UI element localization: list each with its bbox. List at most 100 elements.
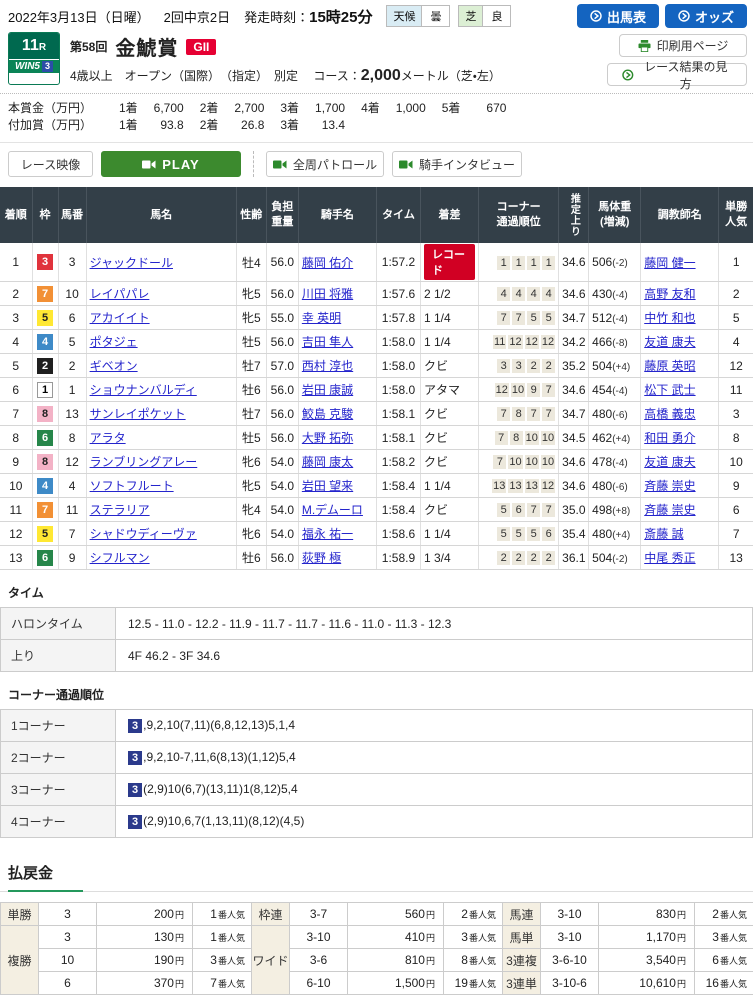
prize-added-label: 付加賞（万円）	[8, 117, 103, 134]
horse-name-link[interactable]: ポタジェ	[90, 335, 138, 349]
carried-weight: 56.0	[266, 282, 298, 306]
trainer-link[interactable]: 和田 勇介	[644, 431, 695, 445]
jockey-link[interactable]: 岩田 望来	[302, 479, 353, 493]
jockey-link[interactable]: 福永 祐一	[302, 527, 353, 541]
trainer-link[interactable]: 斉藤 崇史	[644, 479, 695, 493]
bet-type-label: 3連複	[503, 949, 541, 972]
finish-time: 1:58.1	[376, 402, 420, 426]
frame-cell: 8	[32, 450, 58, 474]
horse-name-link[interactable]: シフルマン	[90, 551, 150, 565]
horse-name-link[interactable]: サンレイポケット	[90, 407, 186, 421]
prize-place-label: 1着	[119, 100, 138, 117]
payout-favorite: 2番人気	[444, 903, 503, 926]
race-video-button[interactable]: レース映像	[8, 151, 93, 177]
jockey-link[interactable]: 幸 英明	[302, 311, 341, 325]
race-number-badge: 11R WIN5 3	[8, 32, 60, 85]
carried-weight: 56.0	[266, 546, 298, 570]
result-row: 356アカイイト牝555.0幸 英明1:57.81 1/4775534.7512…	[0, 306, 753, 330]
payout-amount: 3,540円	[599, 949, 695, 972]
grade-badge: GII	[186, 39, 216, 55]
finish-position: 3	[0, 306, 32, 330]
payout-favorite: 8番人気	[444, 949, 503, 972]
jockey-link[interactable]: 鮫島 克駿	[302, 407, 353, 421]
patrol-video-button[interactable]: 全周パトロール	[266, 151, 384, 177]
jockey-interview-button[interactable]: 騎手インタビュー	[392, 151, 522, 177]
race-number: 11	[22, 37, 39, 54]
corner-position: 2	[527, 359, 540, 373]
corner-position: 12	[541, 479, 555, 493]
trainer-link[interactable]: 藤原 英昭	[644, 359, 695, 373]
trainer-link[interactable]: 斉藤 崇史	[644, 503, 695, 517]
jockey-link[interactable]: M.デムーロ	[302, 503, 363, 517]
body-weight: 478(-4)	[589, 450, 641, 474]
trainer-link[interactable]: 中竹 和也	[644, 311, 695, 325]
weather-badge: 天候 曇	[386, 5, 450, 27]
corner-position: 2	[542, 551, 555, 565]
horse-name-link[interactable]: ランブリングアレー	[90, 455, 198, 469]
column-header: 馬体重(増減)	[589, 187, 641, 243]
corner-position: 2	[527, 551, 540, 565]
column-header: 枠	[32, 187, 58, 243]
horse-name-link[interactable]: ショウナンバルディ	[90, 383, 197, 397]
horse-name-link[interactable]: ステラリア	[90, 503, 150, 517]
payout-amount-unit: 円	[175, 933, 184, 943]
corner-position: 8	[512, 407, 525, 421]
horse-name-cell: レイパパレ	[86, 282, 236, 306]
turf-label: 芝	[459, 6, 482, 26]
entry-table-button[interactable]: 出馬表	[577, 4, 659, 28]
trainer-link[interactable]: 斎藤 誠	[644, 527, 683, 541]
trainer-cell: 松下 武士	[641, 378, 719, 402]
trainer-link[interactable]: 藤岡 健一	[644, 256, 695, 270]
payout-favorite-unit: 番人気	[218, 910, 245, 920]
time-row: 上り4F 46.2 - 3F 34.6	[1, 640, 753, 672]
payout-favorite: 2番人気	[695, 903, 753, 926]
odds-button[interactable]: オッズ	[665, 4, 747, 28]
trainer-cell: 中竹 和也	[641, 306, 719, 330]
trainer-link[interactable]: 松下 武士	[644, 383, 695, 397]
sex-age: 牡4	[236, 243, 266, 282]
trainer-link[interactable]: 高野 友和	[644, 287, 695, 301]
carried-weight: 56.0	[266, 402, 298, 426]
finish-time: 1:58.9	[376, 546, 420, 570]
payout-combination: 3-10-6	[541, 972, 599, 995]
print-page-button[interactable]: 印刷用ページ	[619, 34, 747, 57]
jockey-link[interactable]: 藤岡 佑介	[302, 256, 353, 270]
result-row: 868アラタ牡556.0大野 拓弥1:58.1クビ78101034.5462(+…	[0, 426, 753, 450]
trainer-link[interactable]: 高橋 義忠	[644, 407, 695, 421]
horse-name-link[interactable]: ギベオン	[90, 359, 138, 373]
finish-time: 1:58.2	[376, 450, 420, 474]
last-3f: 36.1	[559, 546, 589, 570]
jockey-link[interactable]: 川田 将雅	[302, 287, 353, 301]
horse-name-cell: ジャックドール	[86, 243, 236, 282]
jockey-link[interactable]: 西村 淳也	[302, 359, 353, 373]
trainer-link[interactable]: 中尾 秀正	[644, 551, 695, 565]
trainer-cell: 友道 康夫	[641, 450, 719, 474]
trainer-link[interactable]: 友道 康夫	[644, 335, 695, 349]
how-to-read-button[interactable]: レース結果の見方	[607, 63, 747, 86]
jockey-link[interactable]: 藤岡 康太	[302, 455, 353, 469]
corner-position: 3	[497, 359, 510, 373]
odds-label: オッズ	[695, 7, 734, 26]
trainer-cell: 和田 勇介	[641, 426, 719, 450]
margin-cell: レコード	[420, 243, 478, 282]
jockey-link[interactable]: 吉田 隼人	[302, 335, 353, 349]
prize-main-values: 1着6,7002着2,7003着1,7004着1,0005着670	[103, 100, 506, 117]
trainer-link[interactable]: 友道 康夫	[644, 455, 695, 469]
horse-name-link[interactable]: アラタ	[90, 431, 126, 445]
horse-name-link[interactable]: ジャックドール	[90, 256, 173, 270]
jockey-link[interactable]: 荻野 極	[302, 551, 341, 565]
payout-combination: 3-6-10	[541, 949, 599, 972]
column-header: タイム	[376, 187, 420, 243]
jockey-link[interactable]: 岩田 康誠	[302, 383, 353, 397]
payout-amount-unit: 円	[175, 956, 184, 966]
body-weight-diff: (-4)	[612, 314, 628, 325]
horse-name-link[interactable]: ソフトフルート	[90, 479, 174, 493]
payout-row: 単勝3200円1番人気枠連3-7560円2番人気馬連3-10830円2番人気	[1, 903, 753, 926]
horse-name-link[interactable]: アカイイト	[90, 311, 150, 325]
margin-cell: クビ	[420, 498, 478, 522]
play-button[interactable]: PLAY	[101, 151, 241, 177]
entry-table-label: 出馬表	[607, 7, 646, 26]
horse-name-link[interactable]: シャドウディーヴァ	[90, 527, 197, 541]
jockey-link[interactable]: 大野 拓弥	[302, 431, 353, 445]
horse-name-link[interactable]: レイパパレ	[90, 287, 150, 301]
